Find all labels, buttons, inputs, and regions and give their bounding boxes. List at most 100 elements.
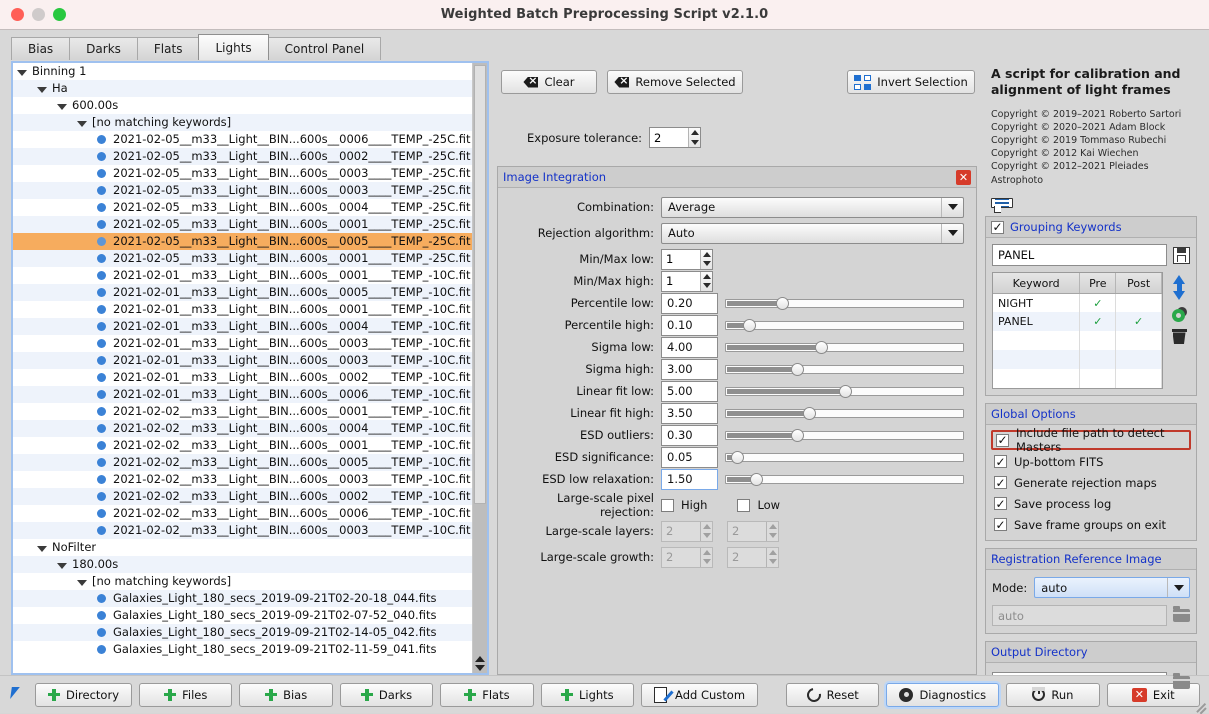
tree-file-row[interactable]: 2021-02-05__m33__Light__BIN...600s__0002… — [13, 148, 472, 165]
tree-file-row[interactable]: 2021-02-01__m33__Light__BIN...600s__0006… — [13, 386, 472, 403]
global-option-save-process-log[interactable]: Save process log — [991, 495, 1191, 512]
esd-outliers-slider[interactable] — [725, 428, 964, 442]
tree-file-row[interactable]: 2021-02-02__m33__Light__BIN...600s__0003… — [13, 522, 472, 539]
tree-file-row[interactable]: 2021-02-05__m33__Light__BIN...600s__0004… — [13, 199, 472, 216]
slider-thumb[interactable] — [790, 428, 804, 442]
registration-path-field[interactable]: auto — [992, 605, 1167, 627]
file-tree[interactable]: Binning 1 Ha 600.00s [no matching keywords]… — [13, 63, 472, 673]
tree-group-row[interactable]: [no matching keywords] — [13, 114, 472, 131]
diagnostics-button[interactable]: Diagnostics — [886, 682, 1000, 707]
stepper-up-icon[interactable] — [767, 522, 778, 532]
combination-select[interactable]: Average — [661, 196, 964, 218]
min-max-high-input[interactable] — [662, 271, 701, 291]
files-button[interactable]: Files — [139, 682, 233, 707]
sigma-high-value[interactable]: 3.00 — [661, 358, 718, 380]
folder-icon[interactable] — [1173, 606, 1190, 623]
stepper-down-icon[interactable] — [701, 281, 712, 291]
tree-file-row[interactable]: 2021-02-05__m33__Light__BIN...600s__0003… — [13, 182, 472, 199]
keyword-row[interactable]: NIGHT ✓ — [993, 293, 1162, 313]
darks-button[interactable]: Darks — [339, 682, 434, 707]
global-option-save-frame-groups-on-exit[interactable]: Save frame groups on exit — [991, 516, 1191, 533]
tab-flats[interactable]: Flats — [136, 37, 200, 60]
scroll-down-icon[interactable] — [475, 665, 485, 671]
tree-file-row[interactable]: Galaxies_Light_180_secs_2019-09-21T02-11… — [13, 641, 472, 658]
global-option-generate-rejection-maps[interactable]: Generate rejection maps — [991, 474, 1191, 491]
keyword-table[interactable]: Keyword Pre Post NIGHT ✓ PANEL ✓ ✓ — [992, 272, 1163, 390]
tree-file-row[interactable]: Galaxies_Light_180_secs_2019-09-21T02-20… — [13, 590, 472, 607]
exposure-tolerance-input[interactable] — [650, 128, 689, 147]
chevron-down-icon[interactable] — [57, 560, 67, 570]
stepper-down-icon[interactable] — [701, 531, 712, 541]
tree-group-row[interactable]: NoFilter — [13, 539, 472, 556]
global-option-up-bottom-fits[interactable]: Up-bottom FITS — [991, 453, 1191, 470]
lights-button[interactable]: Lights — [540, 682, 635, 707]
tab-control-panel[interactable]: Control Panel — [267, 37, 382, 60]
large-scale-layers-high-stepper[interactable] — [661, 520, 713, 542]
tab-lights[interactable]: Lights — [198, 34, 269, 60]
tree-file-row[interactable]: Galaxies_Light_180_secs_2019-09-21T02-14… — [13, 624, 472, 641]
tree-scrollbar[interactable] — [472, 63, 487, 673]
esd-significance-value[interactable]: 0.05 — [661, 446, 718, 468]
slider-thumb[interactable] — [750, 472, 764, 486]
chevron-down-icon[interactable] — [17, 67, 27, 77]
chevron-down-icon[interactable] — [77, 577, 87, 587]
move-up-icon[interactable] — [1173, 275, 1185, 292]
reset-button[interactable]: Reset — [786, 682, 880, 707]
large-scale-growth-high-input[interactable] — [662, 547, 701, 567]
sigma-low-slider[interactable] — [725, 340, 964, 354]
grouping-keywords-checkbox[interactable] — [991, 220, 1004, 234]
percentile-low-value[interactable]: 0.20 — [661, 292, 718, 314]
min-max-low-stepper[interactable] — [661, 248, 713, 270]
tree-group-row[interactable]: Binning 1 — [13, 63, 472, 80]
linear-fit-low-slider[interactable] — [725, 384, 964, 398]
add-custom-button[interactable]: Add Custom — [641, 682, 759, 707]
chevron-down-icon[interactable] — [37, 84, 47, 94]
tree-group-row[interactable]: Ha — [13, 80, 472, 97]
tree-file-row[interactable]: 2021-02-01__m33__Light__BIN...600s__0001… — [13, 267, 472, 284]
tab-darks[interactable]: Darks — [69, 37, 138, 60]
save-icon[interactable] — [1173, 246, 1190, 264]
checkbox[interactable] — [994, 476, 1007, 490]
percentile-high-value[interactable]: 0.10 — [661, 314, 718, 336]
tree-file-row[interactable]: 2021-02-01__m33__Light__BIN...600s__0005… — [13, 284, 472, 301]
stepper-down-icon[interactable] — [767, 531, 778, 541]
stepper-down-icon[interactable] — [701, 557, 712, 567]
linear-fit-high-slider[interactable] — [725, 406, 964, 420]
chevron-down-icon[interactable] — [77, 118, 87, 128]
tree-group-row[interactable]: 180.00s — [13, 556, 472, 573]
stepper-up-icon[interactable] — [689, 128, 700, 138]
exposure-tolerance-stepper[interactable] — [649, 127, 702, 148]
large-scale-growth-low-stepper[interactable] — [727, 546, 779, 568]
large-scale-growth-low-input[interactable] — [728, 547, 767, 567]
slider-thumb[interactable] — [838, 384, 852, 398]
global-option-include-file-path-to-detect-masters[interactable]: Include file path to detect Masters — [991, 426, 1191, 454]
flats-button[interactable]: Flats — [440, 682, 534, 707]
comment-icon[interactable] — [991, 197, 1013, 214]
large-scale-layers-low-input[interactable] — [728, 521, 767, 541]
tree-file-row[interactable]: 2021-02-01__m33__Light__BIN...600s__0004… — [13, 318, 472, 335]
sigma-low-value[interactable]: 4.00 — [661, 336, 718, 358]
checkbox[interactable] — [994, 518, 1007, 532]
tree-file-row[interactable]: 2021-02-01__m33__Light__BIN...600s__0003… — [13, 352, 472, 369]
linear-fit-low-value[interactable]: 5.00 — [661, 380, 718, 402]
percentile-high-slider[interactable] — [725, 318, 964, 332]
stepper-down-icon[interactable] — [689, 138, 700, 148]
chevron-down-icon[interactable] — [941, 197, 963, 217]
tree-file-row[interactable]: Galaxies_Light_180_secs_2019-09-21T02-07… — [13, 607, 472, 624]
large-scale-high-checkbox[interactable] — [661, 498, 674, 512]
gear-icon[interactable] — [1171, 307, 1187, 323]
tree-file-row[interactable]: 2021-02-02__m33__Light__BIN...600s__0001… — [13, 437, 472, 454]
tree-file-row[interactable]: 2021-02-05__m33__Light__BIN...600s__0005… — [13, 233, 472, 250]
checkbox[interactable] — [996, 433, 1009, 447]
chevron-down-icon[interactable] — [941, 223, 963, 243]
tree-file-row[interactable]: 2021-02-02__m33__Light__BIN...600s__0004… — [13, 420, 472, 437]
linear-fit-high-value[interactable]: 3.50 — [661, 402, 718, 424]
registration-mode-select[interactable]: auto — [1034, 577, 1190, 599]
large-scale-low-checkbox[interactable] — [737, 498, 751, 512]
chevron-down-icon[interactable] — [57, 101, 67, 111]
slider-thumb[interactable] — [742, 318, 756, 332]
chevron-down-icon[interactable] — [1167, 578, 1189, 598]
rejection-algorithm-select[interactable]: Auto — [661, 222, 964, 244]
slider-thumb[interactable] — [776, 296, 790, 310]
slider-thumb[interactable] — [814, 340, 828, 354]
